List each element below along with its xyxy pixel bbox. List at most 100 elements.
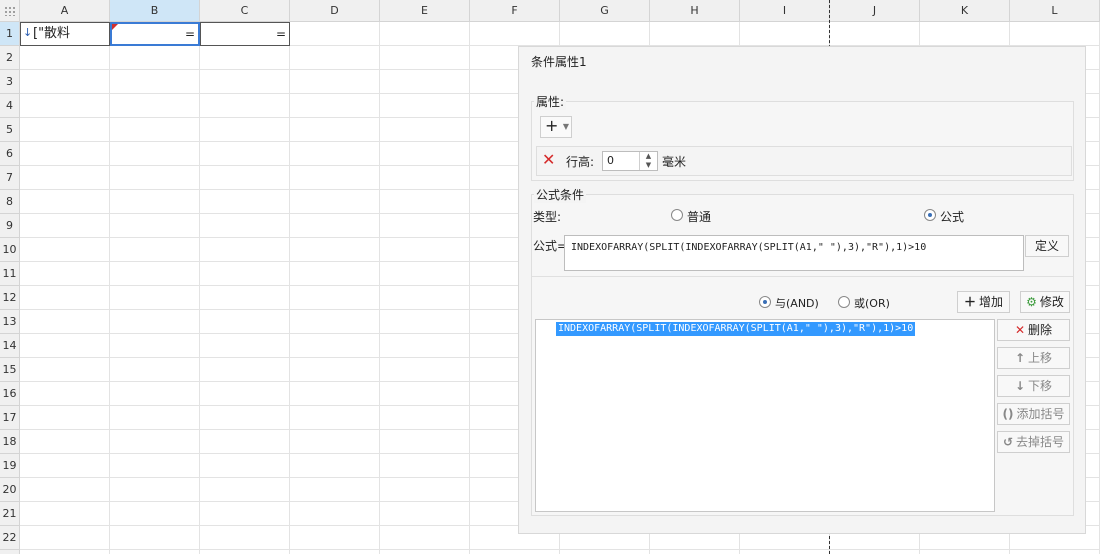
grid-cell[interactable] <box>290 142 380 166</box>
grid-cell[interactable] <box>200 166 290 190</box>
grid-cell[interactable] <box>200 478 290 502</box>
select-all-corner[interactable] <box>0 0 20 22</box>
grid-cell[interactable] <box>290 166 380 190</box>
grid-cell[interactable] <box>380 334 470 358</box>
column-header-k[interactable]: K <box>920 0 1010 22</box>
grid-cell[interactable] <box>290 94 380 118</box>
row-header-3[interactable]: 3 <box>0 70 20 94</box>
grid-cell[interactable] <box>200 454 290 478</box>
grid-cell[interactable] <box>200 430 290 454</box>
row-header-20[interactable]: 20 <box>0 478 20 502</box>
grid-cell[interactable] <box>290 70 380 94</box>
grid-cell[interactable] <box>110 430 200 454</box>
grid-cell[interactable] <box>290 22 380 46</box>
grid-cell[interactable] <box>920 550 1010 554</box>
grid-cell[interactable] <box>110 406 200 430</box>
spin-down-icon[interactable]: ▼ <box>640 161 657 170</box>
row-header-21[interactable]: 21 <box>0 502 20 526</box>
row-header-5[interactable]: 5 <box>0 118 20 142</box>
grid-cell[interactable] <box>200 406 290 430</box>
grid-cell[interactable] <box>110 334 200 358</box>
grid-cell[interactable] <box>200 502 290 526</box>
grid-cell[interactable] <box>110 190 200 214</box>
cell-c1[interactable]: = <box>200 22 290 46</box>
grid-cell[interactable] <box>380 214 470 238</box>
grid-cell[interactable] <box>650 22 740 46</box>
row-header-12[interactable]: 12 <box>0 286 20 310</box>
grid-cell[interactable] <box>380 118 470 142</box>
grid-cell[interactable] <box>20 430 110 454</box>
add-property-button[interactable]: + ▼ <box>540 116 572 138</box>
move-up-button[interactable]: ↑ 上移 <box>997 347 1070 369</box>
grid-cell[interactable] <box>110 214 200 238</box>
grid-cell[interactable] <box>20 70 110 94</box>
remove-bracket-button[interactable]: ↺ 去掉括号 <box>997 431 1070 453</box>
grid-cell[interactable] <box>380 478 470 502</box>
grid-cell[interactable] <box>560 550 650 554</box>
grid-cell[interactable] <box>110 454 200 478</box>
grid-cell[interactable] <box>740 550 830 554</box>
grid-cell[interactable] <box>290 262 380 286</box>
grid-cell[interactable] <box>200 286 290 310</box>
grid-cell[interactable] <box>20 286 110 310</box>
grid-cell[interactable] <box>290 406 380 430</box>
row-header-13[interactable]: 13 <box>0 310 20 334</box>
grid-cell[interactable] <box>110 70 200 94</box>
grid-cell[interactable] <box>290 454 380 478</box>
grid-cell[interactable] <box>380 70 470 94</box>
grid-cell[interactable] <box>110 550 200 554</box>
logic-and-label[interactable]: 与(AND) <box>775 295 819 311</box>
grid-cell[interactable] <box>20 46 110 70</box>
add-bracket-button[interactable]: () 添加括号 <box>997 403 1070 425</box>
type-formula-radio[interactable] <box>924 209 936 221</box>
grid-cell[interactable] <box>470 22 560 46</box>
grid-cell[interactable] <box>110 46 200 70</box>
grid-cell[interactable] <box>200 358 290 382</box>
row-header-15[interactable]: 15 <box>0 358 20 382</box>
grid-cell[interactable] <box>380 238 470 262</box>
row-height-stepper[interactable]: 0 ▲ ▼ <box>602 151 658 171</box>
row-header-16[interactable]: 16 <box>0 382 20 406</box>
grid-cell[interactable] <box>20 166 110 190</box>
grid-cell[interactable] <box>20 382 110 406</box>
grid-cell[interactable] <box>1010 22 1100 46</box>
column-header-i[interactable]: I <box>740 0 830 22</box>
type-normal-radio[interactable] <box>671 209 683 221</box>
grid-cell[interactable] <box>290 550 380 554</box>
grid-cell[interactable] <box>110 118 200 142</box>
grid-cell[interactable] <box>380 286 470 310</box>
grid-cell[interactable] <box>200 334 290 358</box>
grid-cell[interactable] <box>380 262 470 286</box>
grid-cell[interactable] <box>290 214 380 238</box>
row-header-17[interactable]: 17 <box>0 406 20 430</box>
grid-cell[interactable] <box>20 214 110 238</box>
grid-cell[interactable] <box>200 550 290 554</box>
grid-cell[interactable] <box>380 502 470 526</box>
grid-cell[interactable] <box>110 286 200 310</box>
row-header-19[interactable]: 19 <box>0 454 20 478</box>
condition-list-item[interactable]: INDEXOFARRAY(SPLIT(INDEXOFARRAY(SPLIT(A1… <box>556 322 916 336</box>
spin-up-icon[interactable]: ▲ <box>640 152 657 161</box>
row-header-1[interactable]: 1 <box>0 22 20 46</box>
type-normal-label[interactable]: 普通 <box>687 208 711 225</box>
grid-cell[interactable] <box>20 118 110 142</box>
add-condition-button[interactable]: ＋增加 <box>957 291 1010 313</box>
grid-cell[interactable] <box>380 382 470 406</box>
grid-cell[interactable] <box>380 94 470 118</box>
column-header-j[interactable]: J <box>830 0 920 22</box>
grid-cell[interactable] <box>380 406 470 430</box>
grid-cell[interactable] <box>830 22 920 46</box>
column-header-b[interactable]: B <box>110 0 200 22</box>
logic-or-label[interactable]: 或(OR) <box>854 295 890 311</box>
grid-cell[interactable] <box>290 382 380 406</box>
column-header-a[interactable]: A <box>20 0 110 22</box>
column-header-g[interactable]: G <box>560 0 650 22</box>
grid-cell[interactable] <box>380 310 470 334</box>
column-header-e[interactable]: E <box>380 0 470 22</box>
grid-cell[interactable] <box>380 190 470 214</box>
row-header-6[interactable]: 6 <box>0 142 20 166</box>
grid-cell[interactable] <box>200 262 290 286</box>
row-header-18[interactable]: 18 <box>0 430 20 454</box>
column-header-d[interactable]: D <box>290 0 380 22</box>
grid-cell[interactable] <box>290 310 380 334</box>
